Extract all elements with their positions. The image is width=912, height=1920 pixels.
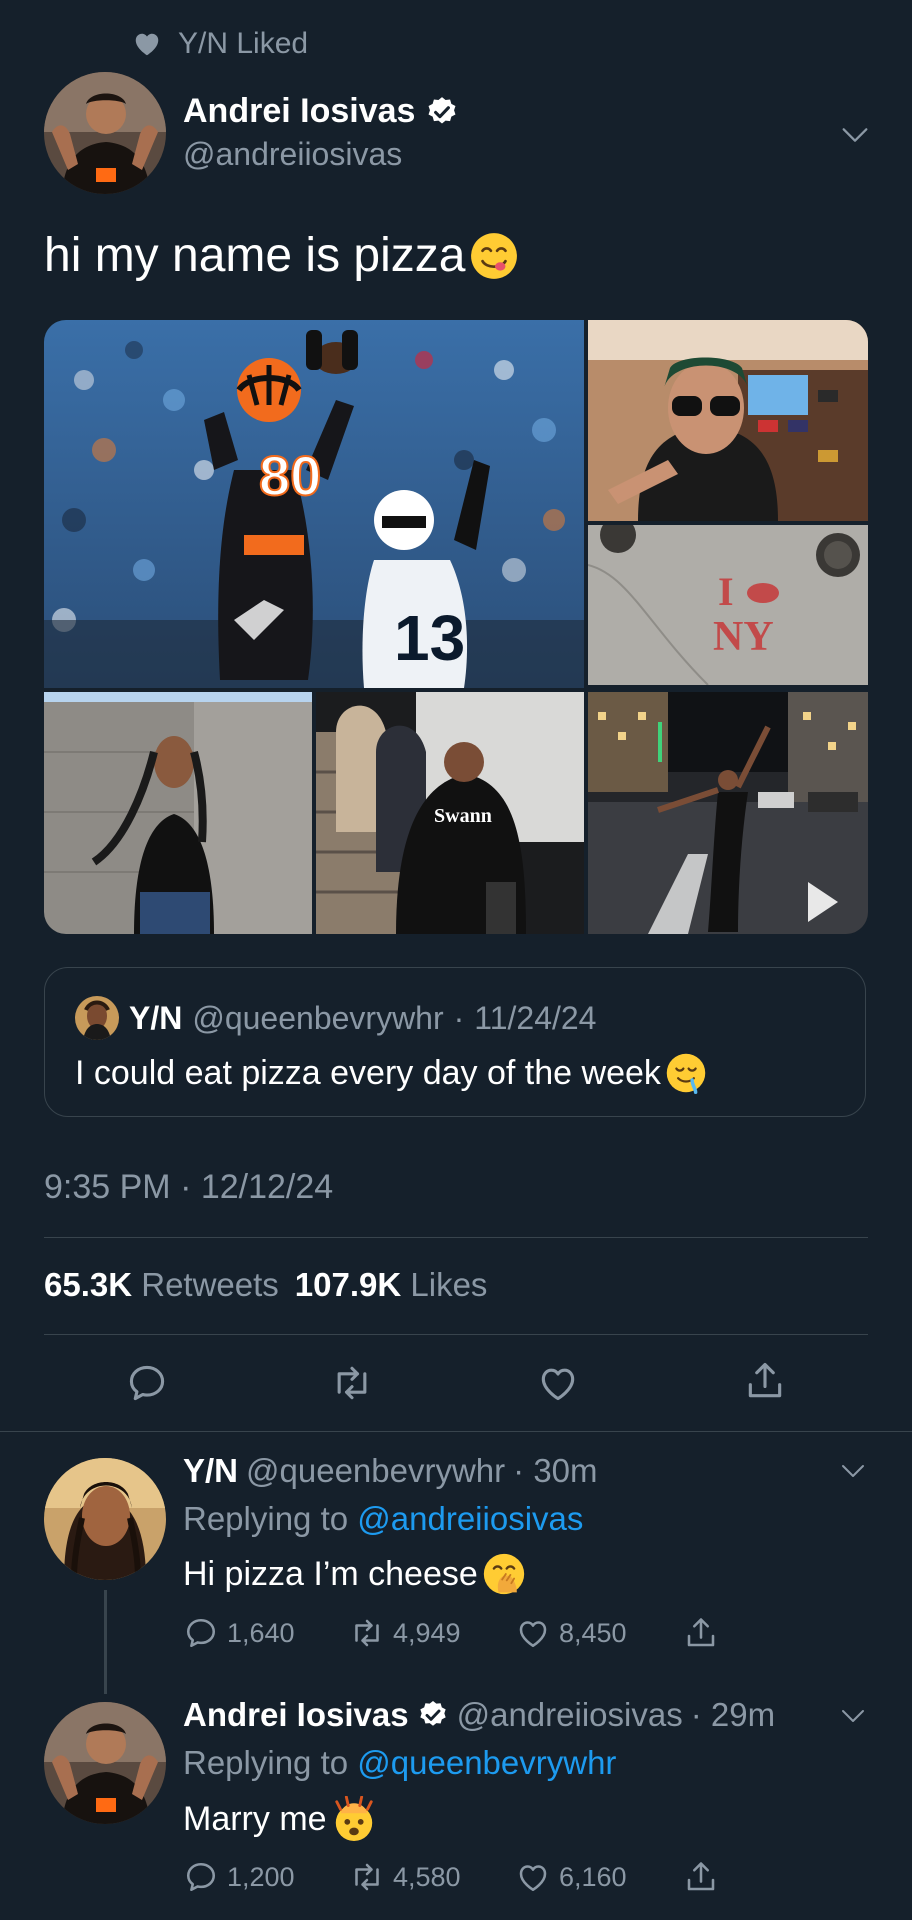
retweet-icon[interactable] [330,1361,374,1405]
jersey-number-main: 80 [259,444,321,507]
photo-football-catch[interactable]: 80 13 [44,320,584,688]
reply-handle[interactable]: @queenbevrywhr [246,1452,505,1490]
thread-line [104,1590,107,1694]
reply-header: Y/N @queenbevrywhr · 30m [183,1452,598,1490]
quote-tweet[interactable]: Y/N @queenbevrywhr · 11/24/24 I could ea… [44,967,866,1117]
emoji-yum-icon [469,231,519,281]
quote-separator: · [453,999,465,1036]
replying-prefix: Replying to [183,1744,349,1781]
verified-badge-icon [425,95,459,129]
chevron-down-icon[interactable] [838,1456,868,1486]
emoji-drool-icon [665,1052,707,1094]
replying-to: Replying to @andreiiosivas [183,1500,583,1538]
emoji-mind-blown-icon [331,1796,377,1842]
photo-nyc-street[interactable] [588,692,868,934]
author-name[interactable]: Andrei Iosivas [183,92,459,131]
tweet-text-content: hi my name is pizza [44,229,466,282]
reply-button[interactable]: 1,200 [183,1859,349,1895]
like-button[interactable]: 6,160 [515,1859,683,1895]
chevron-down-icon[interactable] [838,1701,868,1731]
replying-to: Replying to @queenbevrywhr [183,1744,616,1782]
reply-time: · 30m [513,1452,598,1489]
retweet-button[interactable]: 4,580 [349,1859,515,1895]
like-stat[interactable]: 107.9K Likes [295,1266,488,1304]
share-icon[interactable] [743,1359,787,1403]
replying-to-handle[interactable]: @andreiiosivas [357,1500,583,1537]
like-count: 8,450 [559,1617,627,1648]
avatar[interactable] [44,72,166,194]
reply-header: Andrei Iosivas @andreiiosivas · 29m [183,1696,775,1734]
replying-prefix: Replying to [183,1500,349,1537]
photo-concrete-wall[interactable] [44,692,312,934]
divider [0,1431,912,1432]
reply-text-content: Hi pizza I’m cheese [183,1554,478,1593]
hoodie-text: Swann [434,805,492,827]
emoji-hand-over-mouth-icon [482,1552,526,1596]
retweet-count: 4,580 [393,1861,461,1892]
heart-icon [132,29,162,59]
like-icon[interactable] [536,1361,580,1405]
reply-author-name[interactable]: Andrei Iosivas [183,1696,409,1734]
liked-label: Y/N Liked [178,27,309,60]
reply-actions: 1,640 4,949 8,450 [183,1615,743,1651]
reply-text: Hi pizza I’m cheese [183,1552,526,1596]
tweet-timestamp[interactable]: 9:35 PM · 12/12/24 [44,1168,333,1207]
like-count: 6,160 [559,1861,627,1892]
tweet-stats: 65.3K Retweets 107.9K Likes [44,1266,487,1304]
retweet-count: 4,949 [393,1617,461,1648]
photo-airplane-stairs[interactable]: Swann [316,692,584,934]
reply-text: Marry me [183,1796,377,1842]
quote-date: 11/24/24 [474,999,597,1036]
author-handle[interactable]: @andreiiosivas [183,136,402,173]
quote-author-name: Y/N [129,999,183,1036]
media-grid[interactable]: 80 13 I NY Swann [44,320,868,934]
replying-to-handle[interactable]: @queenbevrywhr [357,1744,616,1781]
quote-avatar [75,996,119,1040]
retweet-button[interactable]: 4,949 [349,1615,515,1651]
quote-handle: @queenbevrywhr [192,999,444,1036]
reply-icon[interactable] [125,1361,169,1405]
avatar[interactable] [44,1458,166,1580]
quote-header: Y/N @queenbevrywhr · 11/24/24 [75,996,596,1040]
sign-text-ny: NY [713,614,774,660]
avatar[interactable] [44,1702,166,1824]
reply-author-name[interactable]: Y/N [183,1452,238,1490]
reply-count: 1,640 [227,1617,295,1648]
share-icon[interactable] [683,1615,719,1651]
photo-selfie-store[interactable] [588,320,868,521]
sign-text-i: I [718,569,734,614]
divider [44,1334,868,1335]
reply-text-content: Marry me [183,1799,327,1838]
reply-handle[interactable]: @andreiiosivas [457,1696,683,1734]
quote-text-content: I could eat pizza every day of the week [75,1053,661,1092]
quote-text: I could eat pizza every day of the week [75,1052,707,1094]
reply-time: · 29m [690,1696,776,1733]
share-icon[interactable] [683,1859,719,1895]
tweet-text: hi my name is pizza [44,228,519,283]
jersey-number-defender: 13 [394,602,465,674]
social-context: Y/N Liked [132,26,308,62]
reply-count: 1,200 [227,1861,295,1892]
divider [44,1237,868,1238]
photo-sidewalk-i-love-ny[interactable]: I NY [588,525,868,685]
like-button[interactable]: 8,450 [515,1615,683,1651]
reply-button[interactable]: 1,640 [183,1615,349,1651]
verified-badge-icon [417,1699,449,1731]
retweet-stat[interactable]: 65.3K Retweets [44,1266,279,1304]
author-name-text: Andrei Iosivas [183,92,416,130]
chevron-down-icon[interactable] [838,118,872,152]
reply-actions: 1,200 4,580 6,160 [183,1859,743,1895]
